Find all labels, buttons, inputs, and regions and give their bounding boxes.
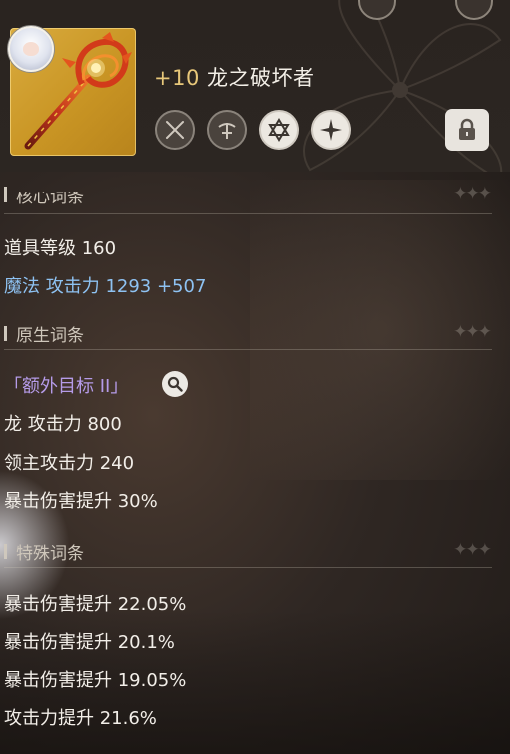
stat-special-1: 暴击伤害提升 22.05% bbox=[4, 594, 187, 615]
section-core-title: 核心词条 bbox=[16, 187, 84, 207]
stat-special-3: 暴击伤害提升 19.05% bbox=[4, 670, 187, 691]
lock-button[interactable] bbox=[445, 109, 489, 151]
dual-swords-icon[interactable] bbox=[155, 110, 195, 150]
section-native-attributes: 原生词条 ✦✦✦ bbox=[0, 316, 492, 350]
section-core-attributes: 核心词条 ✦✦✦ bbox=[0, 180, 492, 214]
section-stars-icon: ✦✦✦ bbox=[453, 184, 492, 204]
stat-special-2: 暴击伤害提升 20.1% bbox=[4, 632, 175, 653]
item-name: +10 龙之破坏者 bbox=[154, 62, 315, 92]
section-native-title: 原生词条 bbox=[16, 326, 84, 346]
item-title: 龙之破坏者 bbox=[207, 66, 315, 90]
section-special-attributes: 特殊词条 ✦✦✦ bbox=[0, 534, 492, 568]
stat-dragon-attack: 龙 攻击力 800 bbox=[4, 414, 122, 435]
section-stars-icon: ✦✦✦ bbox=[453, 322, 492, 342]
character-avatar[interactable] bbox=[8, 26, 54, 72]
stat-magic-attack: 魔法 攻击力 1293 +507 bbox=[4, 276, 207, 297]
item-enhance-level: +10 bbox=[154, 66, 200, 90]
stat-extra-target: 「额外目标 II」 bbox=[4, 376, 129, 397]
stat-crit-damage-native: 暴击伤害提升 30% bbox=[4, 491, 158, 512]
search-icon bbox=[167, 376, 183, 392]
stat-item-level: 道具等级 160 bbox=[4, 238, 117, 259]
crossbow-icon[interactable] bbox=[207, 110, 247, 150]
section-special-title: 特殊词条 bbox=[16, 544, 84, 564]
stat-boss-attack: 领主攻击力 240 bbox=[4, 453, 135, 474]
hexagram-icon[interactable] bbox=[259, 110, 299, 150]
search-button[interactable] bbox=[162, 371, 188, 397]
lock-icon bbox=[459, 118, 475, 140]
stat-special-4: 攻击力提升 21.6% bbox=[4, 708, 157, 729]
section-stars-icon: ✦✦✦ bbox=[453, 540, 492, 560]
cross-star-icon[interactable] bbox=[311, 110, 351, 150]
